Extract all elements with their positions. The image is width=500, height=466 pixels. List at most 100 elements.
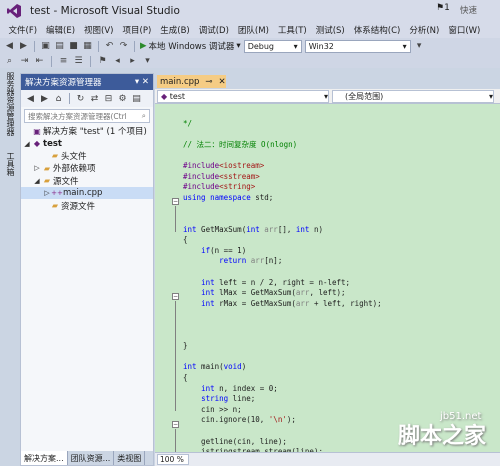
code-line: #include<iostream> xyxy=(183,161,265,170)
dependency-icon: ▰ xyxy=(43,163,51,173)
visual-studio-logo-icon xyxy=(4,1,24,21)
file-tab-main-cpp[interactable]: main.cpp ⊸ ✕ xyxy=(157,75,226,88)
tree-item-resource-files[interactable]: ▰ 资源文件 xyxy=(21,199,153,212)
undo-icon[interactable]: ↶ xyxy=(104,41,115,51)
toolbox-tab[interactable]: 工具箱 xyxy=(5,152,16,176)
code-line: int left = n / 2, right = n-left; xyxy=(201,277,351,287)
find-icon[interactable]: ⌕ xyxy=(4,56,15,66)
folder-icon: ▰ xyxy=(51,151,59,161)
history-icon[interactable]: ↻ xyxy=(75,94,86,104)
quick-launch-input[interactable]: 快速 xyxy=(460,4,477,16)
properties-icon[interactable]: ⚙ xyxy=(117,94,128,104)
menu-build[interactable]: 生成(B) xyxy=(156,24,194,36)
pin-icon[interactable]: ⊸ xyxy=(205,77,212,87)
zoom-level-select[interactable]: 100 % xyxy=(157,454,189,465)
menu-project[interactable]: 项目(P) xyxy=(118,24,156,36)
expanded-arrow-icon[interactable]: ◢ xyxy=(23,140,31,148)
toolbar-overflow-icon[interactable]: ▾ xyxy=(414,41,425,51)
explorer-bottom-tabs: 解决方案... 团队资源... 类视图 xyxy=(21,451,153,465)
project-icon: ◆ xyxy=(161,92,168,101)
fold-guide xyxy=(175,301,176,411)
toolbar-overflow-icon[interactable]: ▾ xyxy=(142,56,153,66)
config-select[interactable]: Debug ▾ xyxy=(243,39,302,53)
platform-select[interactable]: Win32 ▾ xyxy=(304,39,411,53)
tree-item-header-files[interactable]: ▰ 头文件 xyxy=(21,150,153,162)
menu-architecture[interactable]: 体系结构(C) xyxy=(349,24,405,36)
back-icon[interactable]: ◀ xyxy=(25,94,36,104)
chevron-down-icon: ▾ xyxy=(323,92,328,101)
tree-label: 解决方案 "test" (1 个项目) xyxy=(43,127,147,138)
tree-item-source-files[interactable]: ◢ ▰ 源文件 xyxy=(21,175,153,187)
sync-icon[interactable]: ⇄ xyxy=(89,94,100,104)
menu-file[interactable]: 文件(F) xyxy=(4,24,42,36)
project-scope-select[interactable]: ◆ test ▾ xyxy=(157,90,329,103)
save-icon[interactable]: ■ xyxy=(68,41,79,51)
open-file-icon[interactable]: ▤ xyxy=(54,41,65,51)
file-tab-label: main.cpp xyxy=(160,76,200,87)
menu-view[interactable]: 视图(V) xyxy=(80,24,118,36)
fold-toggle-icon[interactable]: − xyxy=(172,293,179,300)
zoom-value: 100 % xyxy=(160,455,184,464)
next-bookmark-icon[interactable]: ▸ xyxy=(127,56,138,66)
solution-search-placeholder: 搜索解决方案资源管理器(Ctrl xyxy=(28,111,127,121)
menu-test[interactable]: 测试(S) xyxy=(311,24,349,36)
title-bar: test - Microsoft Visual Studio ⚑1 快速 xyxy=(0,0,500,22)
show-all-files-icon[interactable]: ▤ xyxy=(131,94,142,104)
code-line: cin >> n; xyxy=(183,404,242,414)
collapsed-arrow-icon[interactable]: ▷ xyxy=(43,189,51,197)
tab-team-explorer[interactable]: 团队资源... xyxy=(68,451,115,465)
menu-tools[interactable]: 工具(T) xyxy=(273,24,311,36)
tree-item-solution[interactable]: ▣ 解决方案 "test" (1 个项目) xyxy=(21,125,153,138)
notification-flag-icon[interactable]: ⚑1 xyxy=(436,3,450,13)
fold-toggle-icon[interactable]: − xyxy=(172,198,179,205)
code-line: int rMax = GetMaxSum(arr + left, right); xyxy=(201,298,382,308)
forward-icon[interactable]: ▶ xyxy=(18,41,29,51)
back-icon[interactable]: ◀ xyxy=(4,41,15,51)
toolbar-separator xyxy=(69,93,70,104)
indent-icon[interactable]: ⇥ xyxy=(19,56,30,66)
member-scope-select[interactable]: (全局范围) ▾ xyxy=(332,90,494,103)
code-line: int lMax = GetMaxSum(arr, left); xyxy=(201,288,346,298)
solution-search-input[interactable]: 搜索解决方案资源管理器(Ctrl ⌕ xyxy=(24,109,150,123)
redo-icon[interactable]: ↷ xyxy=(118,41,129,51)
tree-item-main-cpp[interactable]: ▷ ++ main.cpp xyxy=(21,186,153,200)
menu-team[interactable]: 团队(M) xyxy=(233,24,273,36)
code-text-area[interactable]: − − − */ // 法二：时间复杂度 O(nlogn) #include<ios… xyxy=(155,104,500,452)
outdent-icon[interactable]: ⇤ xyxy=(34,56,45,66)
panel-options-icon[interactable]: ▾ ✕ xyxy=(135,77,149,87)
prev-bookmark-icon[interactable]: ◂ xyxy=(112,56,123,66)
bookmark-icon[interactable]: ⚑ xyxy=(97,56,108,66)
tree-item-dependencies[interactable]: ▷ ▰ 外部依赖项 xyxy=(21,162,153,175)
start-debugging-label: 本地 Windows 调试器 xyxy=(148,42,235,52)
menu-debug[interactable]: 调试(D) xyxy=(194,24,233,36)
solution-explorer-title: 解决方案资源管理器 xyxy=(25,78,102,88)
collapse-all-icon[interactable]: ⊟ xyxy=(103,94,114,104)
save-all-icon[interactable]: ▦ xyxy=(82,41,93,51)
start-debugging-button[interactable]: ▶ 本地 Windows 调试器 ▾ xyxy=(140,40,241,52)
comment-icon[interactable]: ≡ xyxy=(58,56,69,66)
home-icon[interactable]: ⌂ xyxy=(53,94,64,104)
collapsed-arrow-icon[interactable]: ▷ xyxy=(33,164,41,172)
tab-solution-explorer[interactable]: 解决方案... xyxy=(21,451,68,465)
uncomment-icon[interactable]: ☰ xyxy=(73,56,84,66)
close-icon[interactable]: ✕ xyxy=(219,77,226,87)
menu-analyze[interactable]: 分析(N) xyxy=(405,24,444,36)
fold-toggle-icon[interactable]: − xyxy=(172,421,179,428)
tree-label: 外部依赖项 xyxy=(53,164,96,175)
expanded-arrow-icon[interactable]: ◢ xyxy=(33,177,41,185)
navigation-bar: ◆ test ▾ (全局范围) ▾ xyxy=(155,89,500,104)
server-explorer-tab[interactable]: 服务器资源管理器 xyxy=(5,72,16,136)
code-line: int main(void) xyxy=(183,362,247,372)
menu-window[interactable]: 窗口(W) xyxy=(444,24,485,36)
new-project-icon[interactable]: ▣ xyxy=(40,41,51,51)
platform-value: Win32 xyxy=(308,41,334,51)
folder-icon: ▰ xyxy=(51,201,59,211)
fold-guide xyxy=(175,206,176,232)
code-line: if(n == 1) xyxy=(201,245,247,255)
forward-icon[interactable]: ▶ xyxy=(39,94,50,104)
code-editor: main.cpp ⊸ ✕ ◆ test ▾ (全局范围) ▾ − − − */ /… xyxy=(155,73,500,466)
menu-edit[interactable]: 编辑(E) xyxy=(42,24,80,36)
chevron-down-icon: ▾ xyxy=(293,41,298,51)
tree-item-project[interactable]: ◢ ◆ test xyxy=(21,137,153,149)
tab-class-view[interactable]: 类视图 xyxy=(114,451,146,465)
